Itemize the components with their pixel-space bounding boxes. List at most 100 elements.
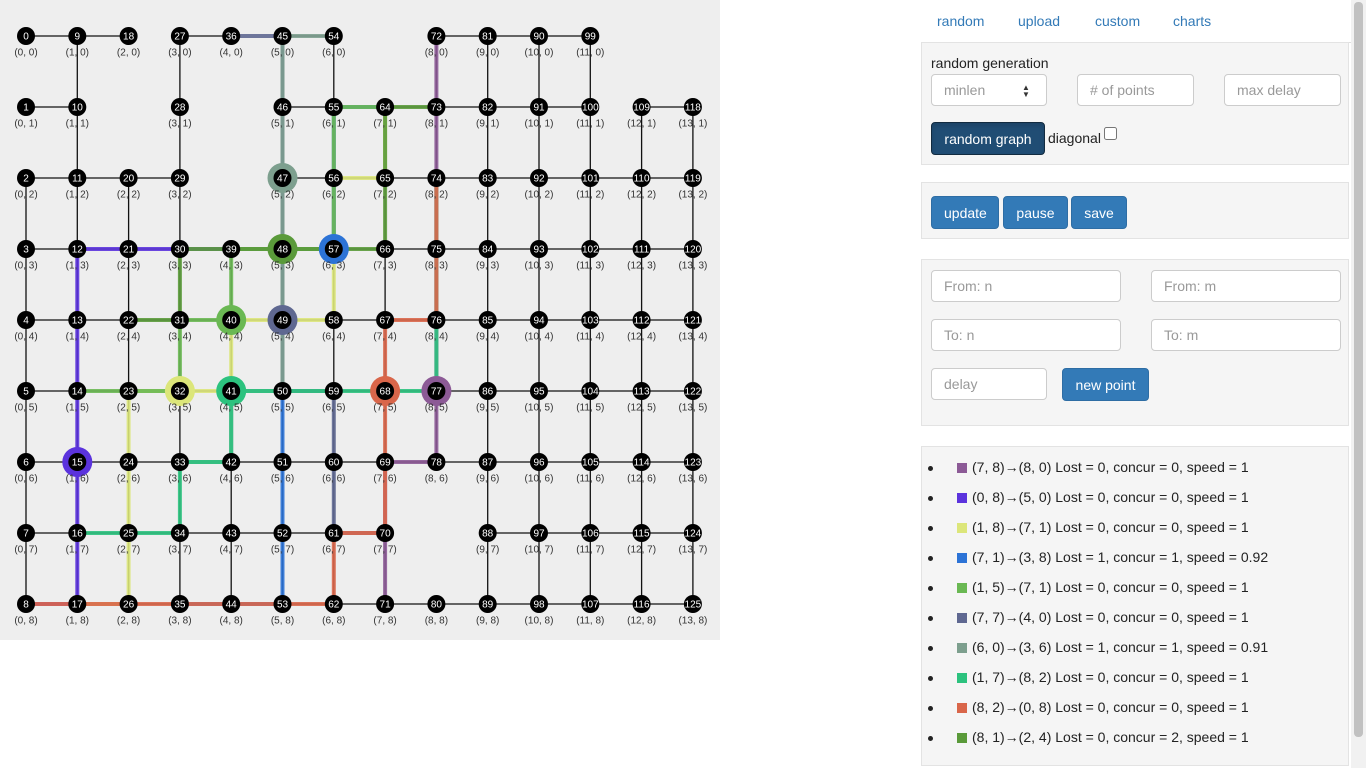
graph-node[interactable]: 3 (0, 3) [14,240,38,272]
graph-node[interactable]: 80 (8, 8) [425,595,448,627]
save-button[interactable]: save [1071,196,1127,229]
graph-node[interactable]: 81 (9, 0) [476,27,499,59]
graph-node[interactable]: 90 (10, 0) [525,27,554,59]
graph-node[interactable]: 71 (7, 8) [373,595,397,627]
graph-node[interactable]: 102 (11, 3) [576,240,604,272]
graph-node[interactable]: 39 (4, 3) [220,240,243,272]
graph-node[interactable]: 2 (0, 2) [14,169,38,201]
graph-node[interactable]: 50 (5, 5) [271,382,294,414]
from-m-input[interactable] [1151,270,1341,302]
graph-node[interactable]: 76 (8, 4) [425,311,448,343]
graph-node[interactable]: 44 (4, 8) [220,595,243,627]
graph-node[interactable]: 51 (5, 6) [271,453,294,485]
graph-node[interactable]: 16 (1, 7) [66,524,89,556]
graph-node[interactable]: 106 (11, 7) [576,524,604,556]
graph-node[interactable]: 61 (6, 7) [322,524,345,556]
graph-node[interactable]: 11 (1, 2) [66,169,89,201]
graph-node[interactable]: 31 (3, 4) [168,311,192,343]
max-delay-input[interactable] [1224,74,1341,106]
graph-node[interactable]: 5 (0, 5) [14,382,38,414]
graph-node[interactable]: 114 (12, 6) [627,453,656,485]
graph-node[interactable]: 34 (3, 7) [168,524,192,556]
graph-node[interactable]: 118 (13, 1) [678,98,707,130]
nav-charts[interactable]: charts [1173,13,1211,29]
graph-node[interactable]: 82 (9, 1) [476,98,499,130]
update-button[interactable]: update [931,196,999,229]
random-graph-button[interactable]: random graph [931,122,1045,155]
graph-node[interactable]: 98 (10, 8) [525,595,554,627]
graph-node[interactable]: 89 (9, 8) [476,595,499,627]
graph-node[interactable]: 92 (10, 2) [525,169,554,201]
graph-node[interactable]: 94 (10, 4) [525,311,554,343]
graph-node[interactable]: 69 (7, 6) [373,453,397,485]
graph-node[interactable]: 59 (6, 5) [322,382,345,414]
graph-node[interactable]: 75 (8, 3) [425,240,448,272]
graph-node[interactable]: 77 (8, 5) [421,376,452,414]
graph-node[interactable]: 72 (8, 0) [425,27,448,59]
graph-node[interactable]: 83 (9, 2) [476,169,499,201]
nav-random[interactable]: random [937,13,984,29]
graph-canvas[interactable]: 0 (0, 0) 1 (0, 1) 2 (0, 2) 3 (0, 3) 4 (0, 4) 5 (0, … [0,0,720,640]
graph-node[interactable]: 40 (4, 4) [216,305,247,343]
graph-node[interactable]: 21 (2, 3) [117,240,140,272]
graph-node[interactable]: 101 (11, 2) [576,169,604,201]
to-n-input[interactable] [931,319,1121,351]
pause-button[interactable]: pause [1003,196,1068,229]
graph-node[interactable]: 29 (3, 2) [168,169,192,201]
graph-node[interactable]: 111 (12, 3) [627,240,656,272]
graph-node[interactable]: 78 (8, 6) [425,453,448,485]
graph-node[interactable]: 66 (7, 3) [373,240,397,272]
graph-node[interactable]: 35 (3, 8) [168,595,192,627]
graph-node[interactable]: 47 (5, 2) [267,163,298,201]
graph-node[interactable]: 49 (5, 4) [267,305,298,343]
graph-node[interactable]: 7 (0, 7) [14,524,38,556]
graph-node[interactable]: 8 (0, 8) [14,595,38,627]
graph-node[interactable]: 17 (1, 8) [66,595,89,627]
from-n-input[interactable] [931,270,1121,302]
graph-node[interactable]: 96 (10, 6) [525,453,554,485]
graph-node[interactable]: 84 (9, 3) [476,240,499,272]
nav-upload[interactable]: upload [1018,13,1060,29]
graph-node[interactable]: 74 (8, 2) [425,169,448,201]
graph-node[interactable]: 122 (13, 5) [678,382,707,414]
graph-node[interactable]: 23 (2, 5) [117,382,140,414]
graph-node[interactable]: 24 (2, 6) [117,453,140,485]
graph-node[interactable]: 93 (10, 3) [525,240,554,272]
graph-node[interactable]: 10 (1, 1) [66,98,89,130]
delay-input[interactable] [931,368,1047,400]
graph-node[interactable]: 58 (6, 4) [322,311,345,343]
points-input[interactable] [1077,74,1194,106]
graph-node[interactable]: 70 (7, 7) [373,524,397,556]
graph-node[interactable]: 123 (13, 6) [678,453,707,485]
diagonal-checkbox[interactable] [1104,127,1117,140]
nav-custom[interactable]: custom [1095,13,1140,29]
graph-node[interactable]: 22 (2, 4) [117,311,140,343]
graph-node[interactable]: 121 (13, 4) [678,311,707,343]
scrollbar-thumb[interactable] [1354,2,1363,737]
graph-node[interactable]: 113 (12, 5) [627,382,656,414]
minlen-spinner-icon[interactable]: ▲ ▼ [1022,84,1030,99]
graph-node[interactable]: 55 (6, 1) [322,98,345,130]
graph-node[interactable]: 30 (3, 3) [168,240,192,272]
graph-node[interactable]: 18 (2, 0) [117,27,140,59]
graph-node[interactable]: 65 (7, 2) [373,169,397,201]
graph-node[interactable]: 109 (12, 1) [627,98,656,130]
graph-node[interactable]: 33 (3, 6) [168,453,192,485]
graph-node[interactable]: 104 (11, 5) [576,382,604,414]
graph-node[interactable]: 1 (0, 1) [14,98,38,130]
graph-node[interactable]: 67 (7, 4) [373,311,397,343]
graph-node[interactable]: 91 (10, 1) [525,98,554,130]
graph-node[interactable]: 95 (10, 5) [525,382,554,414]
graph-node[interactable]: 12 (1, 3) [66,240,89,272]
graph-node[interactable]: 125 (13, 8) [678,595,707,627]
graph-node[interactable]: 85 (9, 4) [476,311,499,343]
graph-node[interactable]: 43 (4, 7) [220,524,243,556]
to-m-input[interactable] [1151,319,1341,351]
graph-node[interactable]: 28 (3, 1) [168,98,192,130]
new-point-button[interactable]: new point [1062,368,1149,401]
grid-graph[interactable]: 0 (0, 0) 1 (0, 1) 2 (0, 2) 3 (0, 3) 4 (0, 4) 5 (0, … [0,0,720,640]
graph-node[interactable]: 68 (7, 5) [370,376,401,414]
graph-node[interactable]: 42 (4, 6) [220,453,243,485]
graph-node[interactable]: 100 (11, 1) [576,98,604,130]
graph-node[interactable]: 62 (6, 8) [322,595,345,627]
